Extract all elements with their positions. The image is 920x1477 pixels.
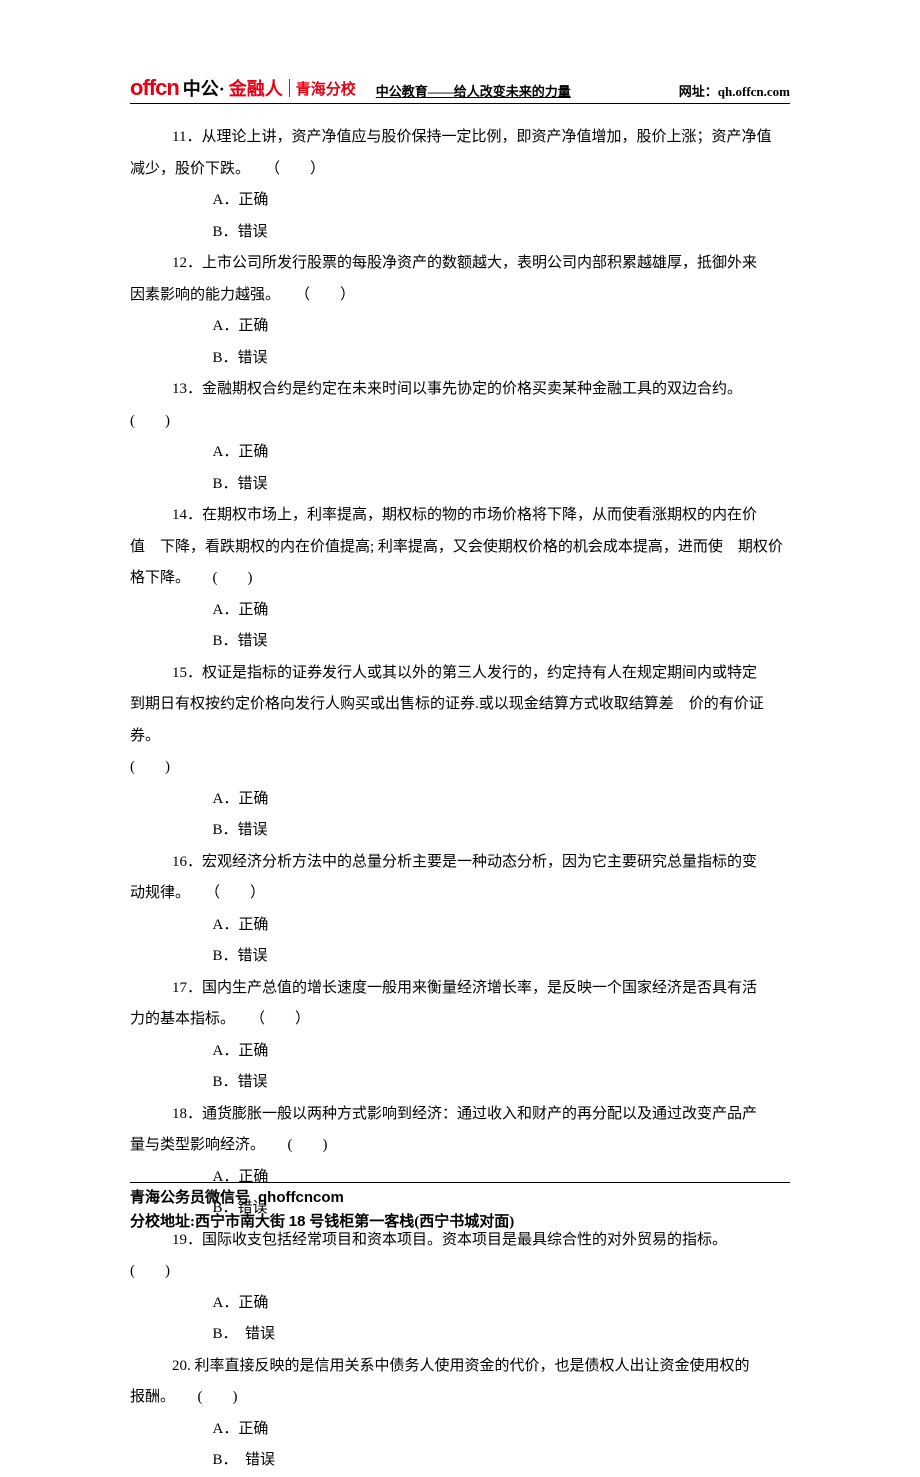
page-header: offcn 中公· 金融人 青海分校 中公教育——给人改变未来的力量 网址：qh…: [130, 75, 790, 104]
header-text: 中公教育——给人改变未来的力量 网址：qh.offcn.com: [356, 81, 790, 101]
footer-address-label: 分校地址:: [130, 1214, 195, 1230]
logo-branch: 青海分校: [296, 78, 356, 99]
question-15-cont-2: ( ): [130, 752, 790, 784]
footer-address-num: 18: [289, 1213, 306, 1230]
footer-wechat: 青海公务员微信号 qhoffcncom: [130, 1186, 790, 1210]
question-13-option-b: B．错误: [130, 469, 790, 501]
question-12-option-a: A．正确: [130, 311, 790, 343]
question-17-option-b: B．错误: [130, 1067, 790, 1099]
question-19-cont: ( ): [130, 1256, 790, 1288]
question-19-option-a: A．正确: [130, 1288, 790, 1320]
question-13-cont: ( ): [130, 406, 790, 438]
question-20-cont: 报酬。 ( ): [130, 1382, 790, 1414]
footer-address: 分校地址:西宁市南大街 18 号钱柜第一客栈(西宁书城对面): [130, 1210, 790, 1234]
footer-wechat-label: 青海公务员微信号: [130, 1190, 250, 1206]
question-20-option-b: B． 错误: [130, 1445, 790, 1477]
question-14-cont-1: 值 下降，看跌期权的内在价值提高; 利率提高，又会使期权价格的机会成本提高，进而…: [130, 532, 790, 564]
logo-jinrongren: 金融人: [229, 75, 283, 101]
question-19-option-b: B． 错误: [130, 1319, 790, 1351]
logo-offcn: offcn: [130, 75, 179, 101]
question-14-option-b: B．错误: [130, 626, 790, 658]
question-12: 12．上市公司所发行股票的每股净资产的数额越大，表明公司内部积累越雄厚，抵御外来: [130, 248, 790, 280]
header-slogan: 中公教育——给人改变未来的力量: [376, 81, 571, 100]
question-16-option-b: B．错误: [130, 941, 790, 973]
footer-wechat-id: qhoffcncom: [258, 1189, 344, 1206]
question-17: 17．国内生产总值的增长速度一般用来衡量经济增长率，是反映一个国家经济是否具有活: [130, 973, 790, 1005]
question-14: 14．在期权市场上，利率提高，期权标的物的市场价格将下降，从而使看涨期权的内在价: [130, 500, 790, 532]
question-15: 15．权证是指标的证券发行人或其以外的第三人发行的，约定持有人在规定期间内或特定: [130, 658, 790, 690]
question-15-option-a: A．正确: [130, 784, 790, 816]
question-12-cont: 因素影响的能力越强。 （ ）: [130, 280, 790, 312]
question-11-option-a: A．正确: [130, 185, 790, 217]
question-11: 11．从理论上讲，资产净值应与股价保持一定比例，即资产净值增加，股价上涨；资产净…: [130, 122, 790, 154]
question-11-cont: 减少，股价下跌。 （ ）: [130, 154, 790, 186]
question-15-option-b: B．错误: [130, 815, 790, 847]
logo-zhonggong: 中公·: [183, 75, 225, 101]
header-url: 网址：qh.offcn.com: [679, 81, 790, 100]
question-16: 16．宏观经济分析方法中的总量分析主要是一种动态分析，因为它主要研究总量指标的变: [130, 847, 790, 879]
question-20: 20. 利率直接反映的是信用关系中债务人使用资金的代价，也是债权人出让资金使用权…: [130, 1351, 790, 1383]
page-footer: 青海公务员微信号 qhoffcncom 分校地址:西宁市南大街 18 号钱柜第一客…: [130, 1182, 790, 1235]
question-16-cont: 动规律。 （ ）: [130, 878, 790, 910]
footer-address-part1: 西宁市南大街: [195, 1214, 289, 1230]
question-13-option-a: A．正确: [130, 437, 790, 469]
question-16-option-a: A．正确: [130, 910, 790, 942]
question-13: 13．金融期权合约是约定在未来时间以事先协定的价格买卖某种金融工具的双边合约。: [130, 374, 790, 406]
question-17-cont: 力的基本指标。 （ ）: [130, 1004, 790, 1036]
question-11-option-b: B．错误: [130, 217, 790, 249]
question-14-cont-2: 格下降。 ( ): [130, 563, 790, 595]
question-20-option-a: A．正确: [130, 1414, 790, 1446]
question-18: 18．通货膨胀一般以两种方式影响到经济：通过收入和财产的再分配以及通过改变产品产: [130, 1099, 790, 1131]
question-18-cont: 量与类型影响经济。 ( ): [130, 1130, 790, 1162]
question-15-cont-1: 到期日有权按约定价格向发行人购买或出售标的证券.或以现金结算方式收取结算差 价的…: [130, 689, 790, 752]
question-14-option-a: A．正确: [130, 595, 790, 627]
logo-block: offcn 中公· 金融人 青海分校: [130, 75, 356, 101]
footer-address-part2: 号钱柜第一客栈(西宁书城对面): [305, 1214, 514, 1230]
question-12-option-b: B．错误: [130, 343, 790, 375]
question-17-option-a: A．正确: [130, 1036, 790, 1068]
question-list: 11．从理论上讲，资产净值应与股价保持一定比例，即资产净值增加，股价上涨；资产净…: [130, 122, 790, 1477]
logo-divider-icon: [289, 79, 290, 97]
